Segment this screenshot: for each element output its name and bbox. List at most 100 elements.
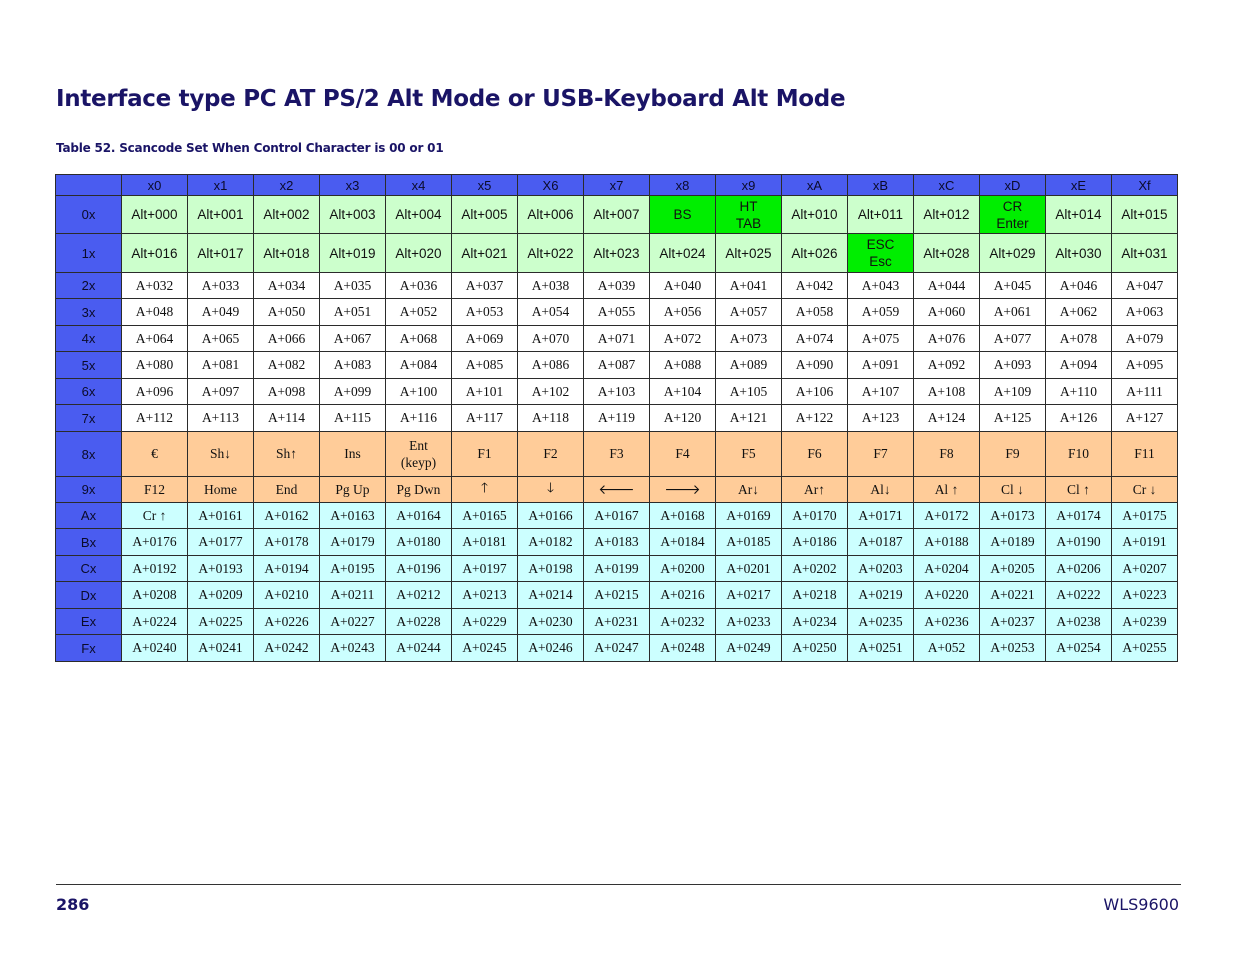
column-header: xA	[781, 174, 848, 196]
table-cell: A+126	[1045, 404, 1112, 432]
table-cell: Alt+021	[451, 233, 518, 273]
row-header: 9x	[55, 476, 122, 503]
column-header: xB	[847, 174, 914, 196]
table-cell: A+114	[253, 404, 320, 432]
table-cell: A+0227	[319, 608, 386, 635]
column-header: x0	[121, 174, 188, 196]
row-header: 6x	[55, 378, 122, 405]
table-cell: A+0189	[979, 528, 1046, 556]
table-cell: A+0171	[847, 502, 914, 529]
table-cell: Ins	[319, 431, 386, 477]
table-cell: A+0168	[649, 502, 716, 529]
table-cell: Alt+025	[715, 233, 782, 273]
table-cell: A+0251	[847, 634, 914, 662]
table-cell: A+057	[715, 298, 782, 326]
row-header: 4x	[55, 325, 122, 352]
table-cell: A+070	[517, 325, 584, 352]
table-cell: A+078	[1045, 325, 1112, 352]
table-cell: Alt+011	[847, 195, 914, 234]
table-cell: A+105	[715, 378, 782, 405]
table-cell: A+045	[979, 272, 1046, 299]
table-cell: A+110	[1045, 378, 1112, 405]
table-cell: A+036	[385, 272, 452, 299]
table-cell: A+0216	[649, 581, 716, 609]
table-cell: A+098	[253, 378, 320, 405]
table-cell: Alt+019	[319, 233, 386, 273]
table-cell: A+0235	[847, 608, 914, 635]
table-cell: Sh↓	[187, 431, 254, 477]
table-row: 7x A+112 A+113 A+114 A+115 A+116 A+117 A+118 A+1…	[55, 404, 1178, 432]
table-cell: A+058	[781, 298, 848, 326]
table-cell: A+091	[847, 351, 914, 379]
table-cell: A+044	[913, 272, 980, 299]
table-cell: A+0209	[187, 581, 254, 609]
table-cell: ESC Esc	[847, 233, 914, 273]
table-cell: A+113	[187, 404, 254, 432]
table-cell: A+035	[319, 272, 386, 299]
table-cell: A+106	[781, 378, 848, 405]
row-header: 0x	[55, 195, 122, 234]
table-cell: Ent (keyp)	[385, 431, 452, 477]
table-row: 3x A+048 A+049 A+050 A+051 A+052 A+053 A+054 A+0…	[55, 298, 1178, 326]
table-cell: A+0217	[715, 581, 782, 609]
table-cell: A+119	[583, 404, 650, 432]
table-cell: A+075	[847, 325, 914, 352]
table-cell: A+065	[187, 325, 254, 352]
table-cell: A+108	[913, 378, 980, 405]
table-cell: A+0244	[385, 634, 452, 662]
table-cell: A+0207	[1111, 555, 1178, 582]
table-cell: Alt+026	[781, 233, 848, 273]
table-cell: A+093	[979, 351, 1046, 379]
table-cell: A+0214	[517, 581, 584, 609]
page-title: Interface type PC AT PS/2 Alt Mode or US…	[56, 86, 846, 112]
table-cell: A+0180	[385, 528, 452, 556]
column-header: x5	[451, 174, 518, 196]
table-cell: Cl ↑	[1045, 476, 1112, 503]
table-cell: Alt+030	[1045, 233, 1112, 273]
table-cell: A+0242	[253, 634, 320, 662]
table-cell: A+042	[781, 272, 848, 299]
row-header: Ex	[55, 608, 122, 635]
column-header: Xf	[1111, 174, 1178, 196]
table-cell: 🡑	[451, 476, 518, 503]
table-cell: A+0238	[1045, 608, 1112, 635]
table-cell: A+0192	[121, 555, 188, 582]
table-cell: A+067	[319, 325, 386, 352]
table-cell: A+0169	[715, 502, 782, 529]
table-cell: A+039	[583, 272, 650, 299]
table-cell: A+059	[847, 298, 914, 326]
table-cell: A+046	[1045, 272, 1112, 299]
table-cell: A+0225	[187, 608, 254, 635]
table-cell: A+056	[649, 298, 716, 326]
table-cell: Al ↑	[913, 476, 980, 503]
table-cell: A+048	[121, 298, 188, 326]
table-cell: A+0221	[979, 581, 1046, 609]
table-cell: €	[121, 431, 188, 477]
table-cell: A+0161	[187, 502, 254, 529]
table-cell: F3	[583, 431, 650, 477]
table-cell: Cr ↓	[1111, 476, 1178, 503]
table-cell: Alt+003	[319, 195, 386, 234]
table-cell: A+054	[517, 298, 584, 326]
table-cell: Cr ↑	[121, 502, 188, 529]
table-cell: A+0230	[517, 608, 584, 635]
table-cell: A+0187	[847, 528, 914, 556]
table-cell: A+102	[517, 378, 584, 405]
table-cell: A+043	[847, 272, 914, 299]
table-cell: A+076	[913, 325, 980, 352]
table-cell: F8	[913, 431, 980, 477]
table-cell: A+085	[451, 351, 518, 379]
table-cell: A+087	[583, 351, 650, 379]
table-cell: Alt+005	[451, 195, 518, 234]
table-cell: A+0223	[1111, 581, 1178, 609]
document-id: WLS9600	[1103, 895, 1179, 914]
table-cell: A+0233	[715, 608, 782, 635]
table-cell: A+123	[847, 404, 914, 432]
table-cell: A+064	[121, 325, 188, 352]
row-header: 8x	[55, 431, 122, 477]
table-cell: A+125	[979, 404, 1046, 432]
table-cell: A+0245	[451, 634, 518, 662]
scancode-table: x0 x1 x2 x3 x4 x5 X6 x7 x8 x9 xA xB xC xD xE Xf 0x Alt+00…	[55, 174, 1178, 662]
table-cell: A+0206	[1045, 555, 1112, 582]
row-header: Cx	[55, 555, 122, 582]
